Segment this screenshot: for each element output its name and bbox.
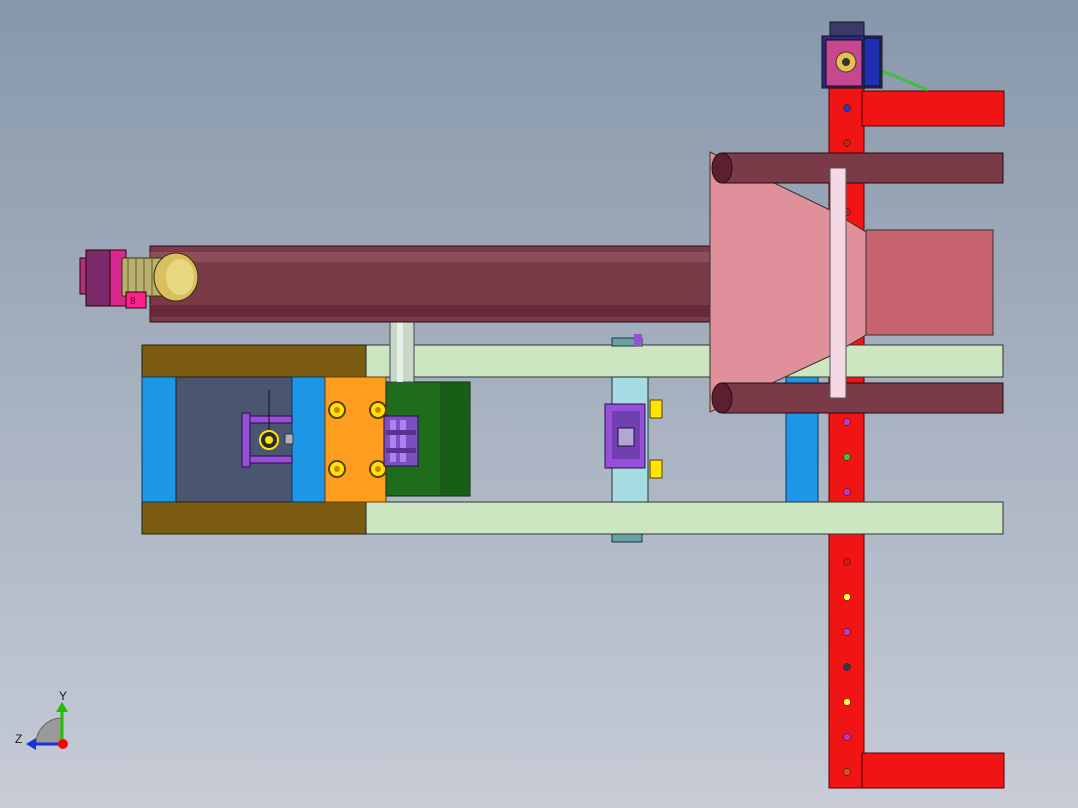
red-frame-bottom-arm xyxy=(861,752,1005,789)
bracket-pin xyxy=(634,334,642,346)
frame-hole xyxy=(843,453,851,461)
frame-hole xyxy=(843,663,851,671)
frame-hole xyxy=(843,488,851,496)
frame-hole xyxy=(843,768,851,776)
orange-plate xyxy=(324,376,387,503)
olive-block-top xyxy=(141,344,367,378)
frame-hole xyxy=(843,593,851,601)
z-axis-arrow xyxy=(26,738,36,750)
triad-arc xyxy=(35,717,63,745)
green-drum-shade xyxy=(440,382,470,496)
yellow-nut-top xyxy=(649,399,663,419)
main-tube xyxy=(149,245,716,323)
yellow-nut-bottom xyxy=(649,459,663,479)
frame-hole xyxy=(843,628,851,636)
bottom-rail xyxy=(364,501,1004,535)
upper-tube xyxy=(721,152,1004,184)
clamp-right xyxy=(383,415,419,467)
frame-hole xyxy=(843,733,851,741)
triad-origin xyxy=(58,739,68,749)
hopper-outlet-box xyxy=(865,229,994,336)
lower-tube xyxy=(721,382,1004,414)
frame-hole xyxy=(843,558,851,566)
silver-shaft-highlight xyxy=(397,320,403,382)
svg-text:8: 8 xyxy=(130,296,136,307)
coordinate-triad: Y Z xyxy=(15,689,68,750)
blue-plate-right xyxy=(291,376,326,503)
frame-hole xyxy=(843,418,851,426)
red-frame-top-arm xyxy=(861,90,1005,127)
frame-hole xyxy=(843,698,851,706)
slider-bar xyxy=(829,167,847,399)
y-axis-label: Y xyxy=(59,689,67,703)
assembly-drawing: 8 Y Z xyxy=(15,21,1005,789)
red-frame xyxy=(828,87,1005,789)
olive-block-bottom xyxy=(141,501,367,535)
bracket-cap-bottom xyxy=(611,533,643,543)
frame-hole xyxy=(843,139,851,147)
y-axis-arrow xyxy=(56,702,68,712)
frame-hole xyxy=(843,104,851,112)
motor-icon: 8 xyxy=(79,249,199,309)
cad-viewport[interactable]: 8 Y Z xyxy=(0,0,1078,808)
blue-plate-left xyxy=(141,376,177,503)
top-rail xyxy=(364,344,1004,378)
z-axis-label: Z xyxy=(15,732,22,746)
gear-reducer-icon xyxy=(821,21,929,92)
